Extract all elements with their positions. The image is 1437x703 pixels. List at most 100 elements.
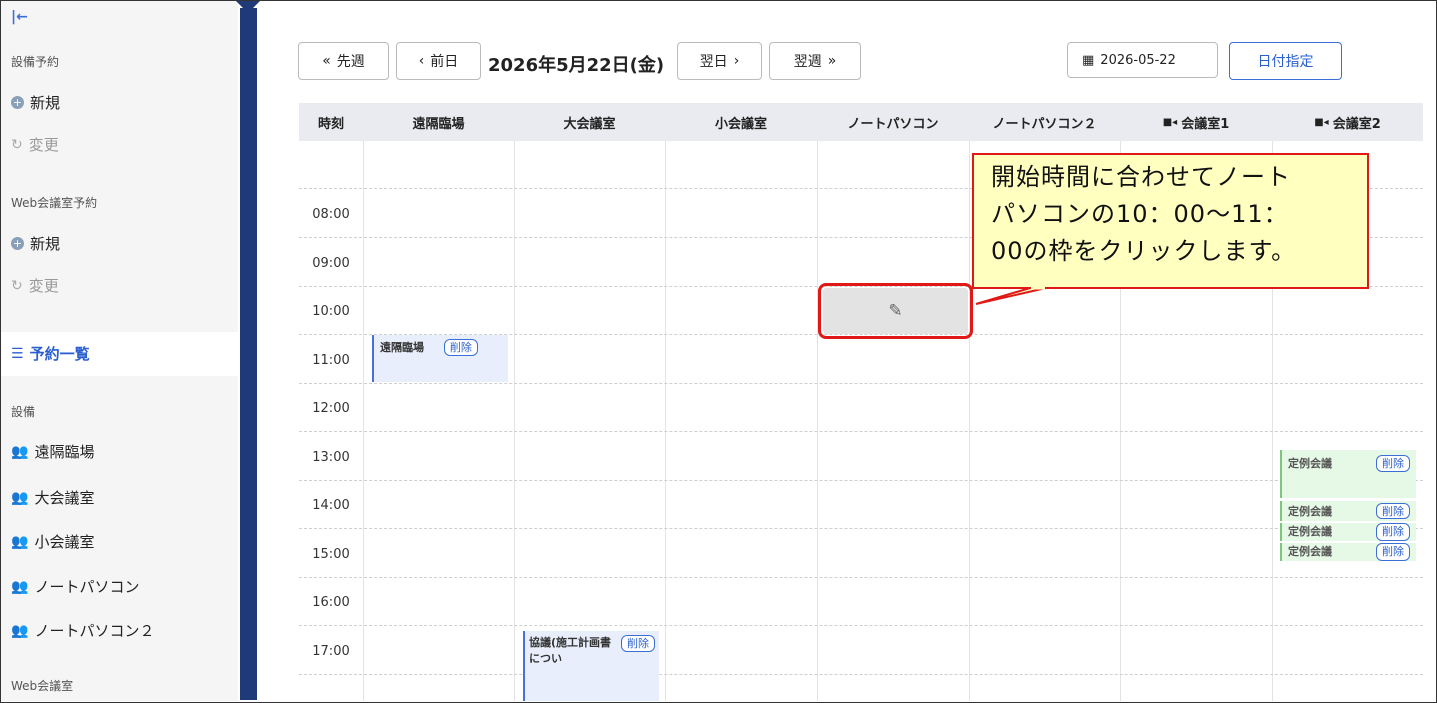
- plus-circle-icon: +: [11, 237, 24, 250]
- time-label: 16:00: [312, 595, 350, 610]
- sidebar-item-label: ノートパソコン２: [34, 622, 155, 640]
- instruction-callout: 開始時間に合わせてノート パソコンの10：00～11： 00の枠をクリックします…: [972, 153, 1369, 289]
- callout-line: 開始時間に合わせてノート: [991, 163, 1291, 191]
- booking-event[interactable]: 定例会議 削除: [1280, 450, 1416, 498]
- plus-circle-icon: +: [11, 96, 24, 109]
- date-field-value: 2026-05-22: [1100, 52, 1176, 68]
- grid-divider: [817, 141, 818, 701]
- event-title: 協議(施工計画書につい: [529, 636, 612, 665]
- header-label: 会議室1: [1181, 116, 1230, 132]
- next-week-label: 翌週: [793, 54, 822, 70]
- header-column: 遠隔臨場: [412, 116, 465, 132]
- callout-line: パソコンの10：00～11：: [991, 200, 1289, 228]
- grid-divider: [665, 141, 666, 701]
- section-title-web-booking: Web会議室予約: [11, 196, 98, 210]
- event-title: 定例会議: [1288, 505, 1332, 518]
- sidebar-item-facility[interactable]: 👥 ノートパソコン: [11, 576, 139, 597]
- prev-week-label: 先週: [336, 54, 365, 70]
- sidebar-item-label: 変更: [28, 136, 59, 154]
- sidebar-item-change-facility[interactable]: ↻ 変更: [11, 134, 59, 155]
- grid-row-line: [299, 528, 1423, 529]
- booking-event[interactable]: 遠隔臨場 削除: [372, 335, 508, 382]
- grid-row-line: [299, 577, 1423, 578]
- prev-week-button[interactable]: « 先週: [298, 42, 389, 80]
- sidebar-item-label: 予約一覧: [29, 345, 90, 363]
- sidebar-item-facility[interactable]: 👥 大会議室: [11, 487, 94, 508]
- grid-header: 時刻 遠隔臨場 大会議室 小会議室 ノートパソコン ノートパソコン２ ■◂ 会議…: [299, 103, 1423, 141]
- time-label: 13:00: [312, 450, 350, 465]
- sidebar-item-booking-list[interactable]: ☰ 予約一覧: [11, 343, 90, 364]
- time-label: 14:00: [312, 498, 350, 513]
- current-date-title: 2026年5月22日(金): [488, 55, 665, 76]
- time-label: 08:00: [312, 207, 350, 222]
- prev-day-button[interactable]: ‹ 前日: [396, 42, 481, 80]
- grid-row-line: [299, 383, 1423, 384]
- delete-button[interactable]: 削除: [443, 339, 478, 356]
- booking-event[interactable]: 定例会議 削除: [1280, 501, 1416, 521]
- delete-button[interactable]: 削除: [1376, 455, 1410, 472]
- date-field[interactable]: ▦ 2026-05-22: [1067, 42, 1218, 78]
- grid-row-line: [299, 431, 1423, 432]
- people-icon: 👥: [11, 578, 29, 595]
- people-icon: 👥: [11, 489, 29, 506]
- grid-row-line: [299, 625, 1423, 626]
- people-icon: 👥: [11, 622, 29, 639]
- next-day-label: 翌日: [699, 54, 728, 70]
- time-label: 17:00: [312, 644, 350, 659]
- grid-divider: [514, 141, 515, 701]
- sidebar-item-facility[interactable]: 👥 小会議室: [11, 531, 94, 552]
- next-day-button[interactable]: 翌日 ›: [677, 42, 762, 80]
- grid-row-line: [299, 480, 1423, 481]
- booking-event[interactable]: 定例会議 削除: [1280, 523, 1416, 541]
- header-column-room2: ■◂ 会議室2: [1272, 103, 1423, 141]
- sidebar-item-facility[interactable]: 👥 遠隔臨場: [11, 441, 94, 462]
- refresh-icon: ↻: [11, 277, 23, 294]
- section-title-facilities: 設備: [11, 405, 36, 419]
- sidebar-item-new-web[interactable]: + 新規: [11, 233, 60, 254]
- sidebar-item-label: 新規: [30, 94, 61, 112]
- grid-divider: [363, 141, 364, 701]
- time-label: 15:00: [312, 547, 350, 562]
- collapse-left-icon[interactable]: |←: [11, 9, 28, 25]
- list-icon: ☰: [11, 345, 24, 362]
- header-time: 時刻: [317, 116, 344, 132]
- chevron-right-icon: ›: [733, 53, 740, 69]
- sidebar-item-change-web[interactable]: ↻ 変更: [11, 275, 59, 296]
- event-title: 定例会議: [1288, 525, 1332, 538]
- next-week-button[interactable]: 翌週 »: [769, 42, 861, 80]
- header-column: 小会議室: [714, 116, 767, 132]
- event-title: 遠隔臨場: [380, 341, 424, 354]
- header-column: ノートパソコン: [847, 116, 939, 132]
- highlight-frame: [818, 283, 973, 339]
- prev-day-label: 前日: [430, 54, 459, 70]
- grid-divider: [969, 141, 970, 701]
- calendar-icon: ▦: [1082, 52, 1095, 68]
- header-column-room1: ■◂ 会議室1: [1120, 103, 1272, 141]
- sidebar-item-new-facility[interactable]: + 新規: [11, 92, 60, 113]
- sidebar-item-label: 大会議室: [34, 489, 95, 507]
- booking-event[interactable]: 定例会議 削除: [1280, 543, 1416, 561]
- event-title: 定例会議: [1288, 457, 1332, 470]
- sidebar-item-facility[interactable]: 👥 ノートパソコン２: [11, 620, 154, 641]
- video-camera-icon: ■◂: [1162, 116, 1178, 128]
- sidebar-item-label: ノートパソコン: [34, 578, 140, 596]
- grid-row-line: [299, 674, 1423, 675]
- double-chevron-right-icon: »: [827, 53, 837, 69]
- section-title-web-rooms: Web会議室: [11, 679, 74, 693]
- sidebar-item-label: 変更: [28, 277, 59, 295]
- sidebar-divider[interactable]: [240, 8, 257, 700]
- double-chevron-left-icon: «: [322, 53, 331, 69]
- header-column: 大会議室: [563, 116, 616, 132]
- delete-button[interactable]: 削除: [621, 635, 655, 652]
- time-label: 10:00: [312, 304, 350, 319]
- header-column: ノートパソコン２: [992, 116, 1097, 132]
- delete-button[interactable]: 削除: [1376, 543, 1410, 561]
- delete-button[interactable]: 削除: [1376, 523, 1410, 541]
- delete-button[interactable]: 削除: [1376, 503, 1410, 519]
- booking-event[interactable]: 協議(施工計画書につい 削除: [523, 631, 659, 701]
- sidebar-item-label: 小会議室: [34, 533, 95, 551]
- sidebar: |← 設備予約 + 新規 ↻ 変更 Web会議室予約 + 新規 ↻ 変更 ☰ 予…: [1, 1, 238, 701]
- sidebar-item-label: 遠隔臨場: [34, 443, 95, 461]
- event-title: 定例会議: [1288, 545, 1332, 558]
- date-specify-button[interactable]: 日付指定: [1229, 42, 1342, 80]
